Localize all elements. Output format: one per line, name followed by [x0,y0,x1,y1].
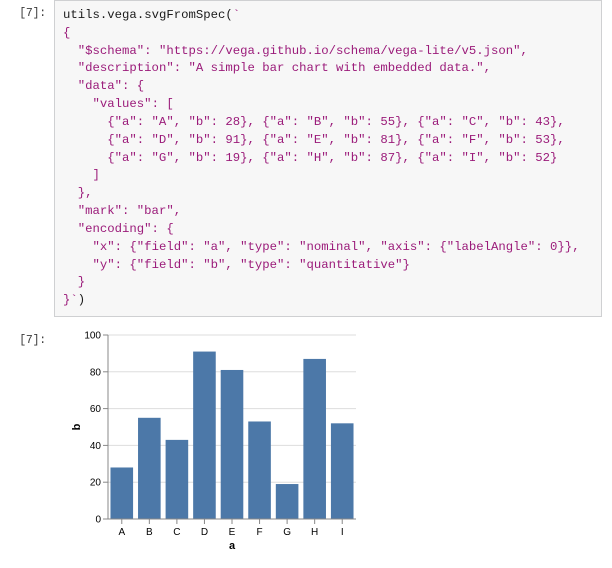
code-token: svgFromSpec [144,8,225,22]
input-prompt: [7]: [0,0,54,20]
svg-text:G: G [283,527,291,538]
svg-text:A: A [118,527,125,538]
svg-text:C: C [173,527,180,538]
svg-text:80: 80 [90,367,102,378]
output-cell: 0 20 40 60 80 100 A B C D E F G H Ia b [54,327,612,555]
svg-text:I: I [341,527,344,538]
code-cell[interactable]: utils.vega.svgFromSpec(` { "$schema": "h… [54,0,602,317]
svg-text:60: 60 [90,404,102,415]
svg-text:a: a [229,540,236,552]
code-token: ` [70,293,77,307]
svg-text:b: b [71,423,83,430]
bar-chart: 0 20 40 60 80 100 A B C D E F G H Ia b [66,327,366,555]
svg-text:B: B [146,527,153,538]
svg-text:D: D [201,527,208,538]
code-token: ` [233,8,240,22]
code-body: { "$schema": "https://vega.github.io/sch… [63,26,580,307]
output-cell-row: [7]: 0 20 40 60 80 100 A B C D E F G H Ia b [0,327,612,555]
code-token: utils [63,8,100,22]
svg-text:E: E [229,527,236,538]
code-token: ) [78,293,85,307]
output-prompt: [7]: [0,327,54,347]
input-cell-row: [7]: utils.vega.svgFromSpec(` { "$schema… [0,0,612,317]
svg-text:0: 0 [95,515,101,526]
svg-text:20: 20 [90,478,102,489]
bar-chart-svg: 0 20 40 60 80 100 A B C D E F G H Ia b [66,327,366,555]
svg-text:H: H [311,527,318,538]
code-token: vega [107,8,137,22]
svg-text:F: F [257,527,263,538]
svg-text:40: 40 [90,441,102,452]
svg-text:100: 100 [84,331,101,342]
code-token: ( [225,8,232,22]
